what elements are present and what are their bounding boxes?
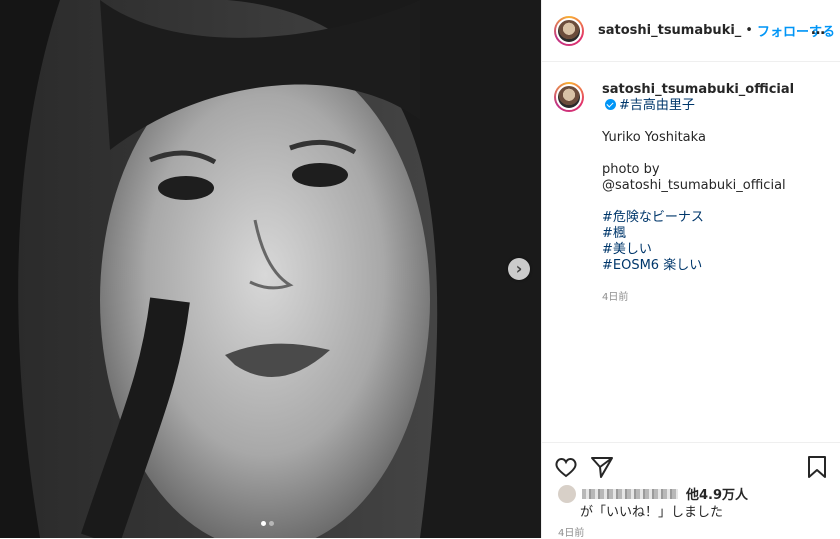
bookmark-icon[interactable] <box>806 455 828 479</box>
carousel-indicator <box>261 521 274 526</box>
hashtag-link[interactable]: #楓 <box>602 226 810 242</box>
post-photo[interactable]: › <box>0 0 541 538</box>
verified-badge-icon <box>605 99 616 110</box>
hashtag-link[interactable]: #美しい <box>602 242 810 258</box>
caption-name-line: Yuriko Yoshitaka <box>602 130 706 145</box>
paper-plane-icon[interactable] <box>590 455 614 479</box>
liker-avatar[interactable] <box>558 484 576 503</box>
hashtag-link[interactable]: #危険なビーナス <box>602 210 810 226</box>
caption-timestamp: 4日前 <box>602 292 629 303</box>
liker-name-blurred <box>582 488 678 499</box>
header-username[interactable]: satoshi_tsumabuki_ <box>598 23 741 38</box>
caption-title-tag[interactable]: #吉高由里子 <box>619 98 695 113</box>
caption-photo-credit: photo by @satoshi_tsumabuki_official <box>602 162 786 193</box>
caption-avatar[interactable] <box>554 82 584 112</box>
carousel-next-button[interactable]: › <box>508 258 530 280</box>
liked-text: が「いいね！」しました <box>580 505 724 520</box>
caption-body: satoshi_tsumabuki_official#吉高由里子 Yuriko … <box>602 82 810 306</box>
action-bar <box>554 455 614 479</box>
post-timestamp: 4日前 <box>558 528 585 539</box>
chevron-right-icon: › <box>515 259 523 278</box>
post-header: satoshi_tsumabuki_ • フォローする … <box>542 0 840 62</box>
more-horizontal-icon[interactable]: … <box>811 22 826 38</box>
carousel-dot <box>269 521 274 526</box>
avatar[interactable] <box>554 15 584 46</box>
portrait-image <box>0 0 541 538</box>
hashtag-link[interactable]: #EOSM6 楽しい <box>602 258 810 274</box>
caption-username[interactable]: satoshi_tsumabuki_official <box>602 82 794 97</box>
header-separator: • <box>745 23 753 38</box>
heart-icon[interactable] <box>554 455 578 479</box>
actions-area: 他4.9万人 が「いいね！」しました 4日前 <box>542 442 840 539</box>
post-side-panel: satoshi_tsumabuki_ • フォローする … satoshi_ts… <box>541 0 840 539</box>
caption-area: satoshi_tsumabuki_official#吉高由里子 Yuriko … <box>542 62 840 442</box>
carousel-dot-active <box>261 521 266 526</box>
